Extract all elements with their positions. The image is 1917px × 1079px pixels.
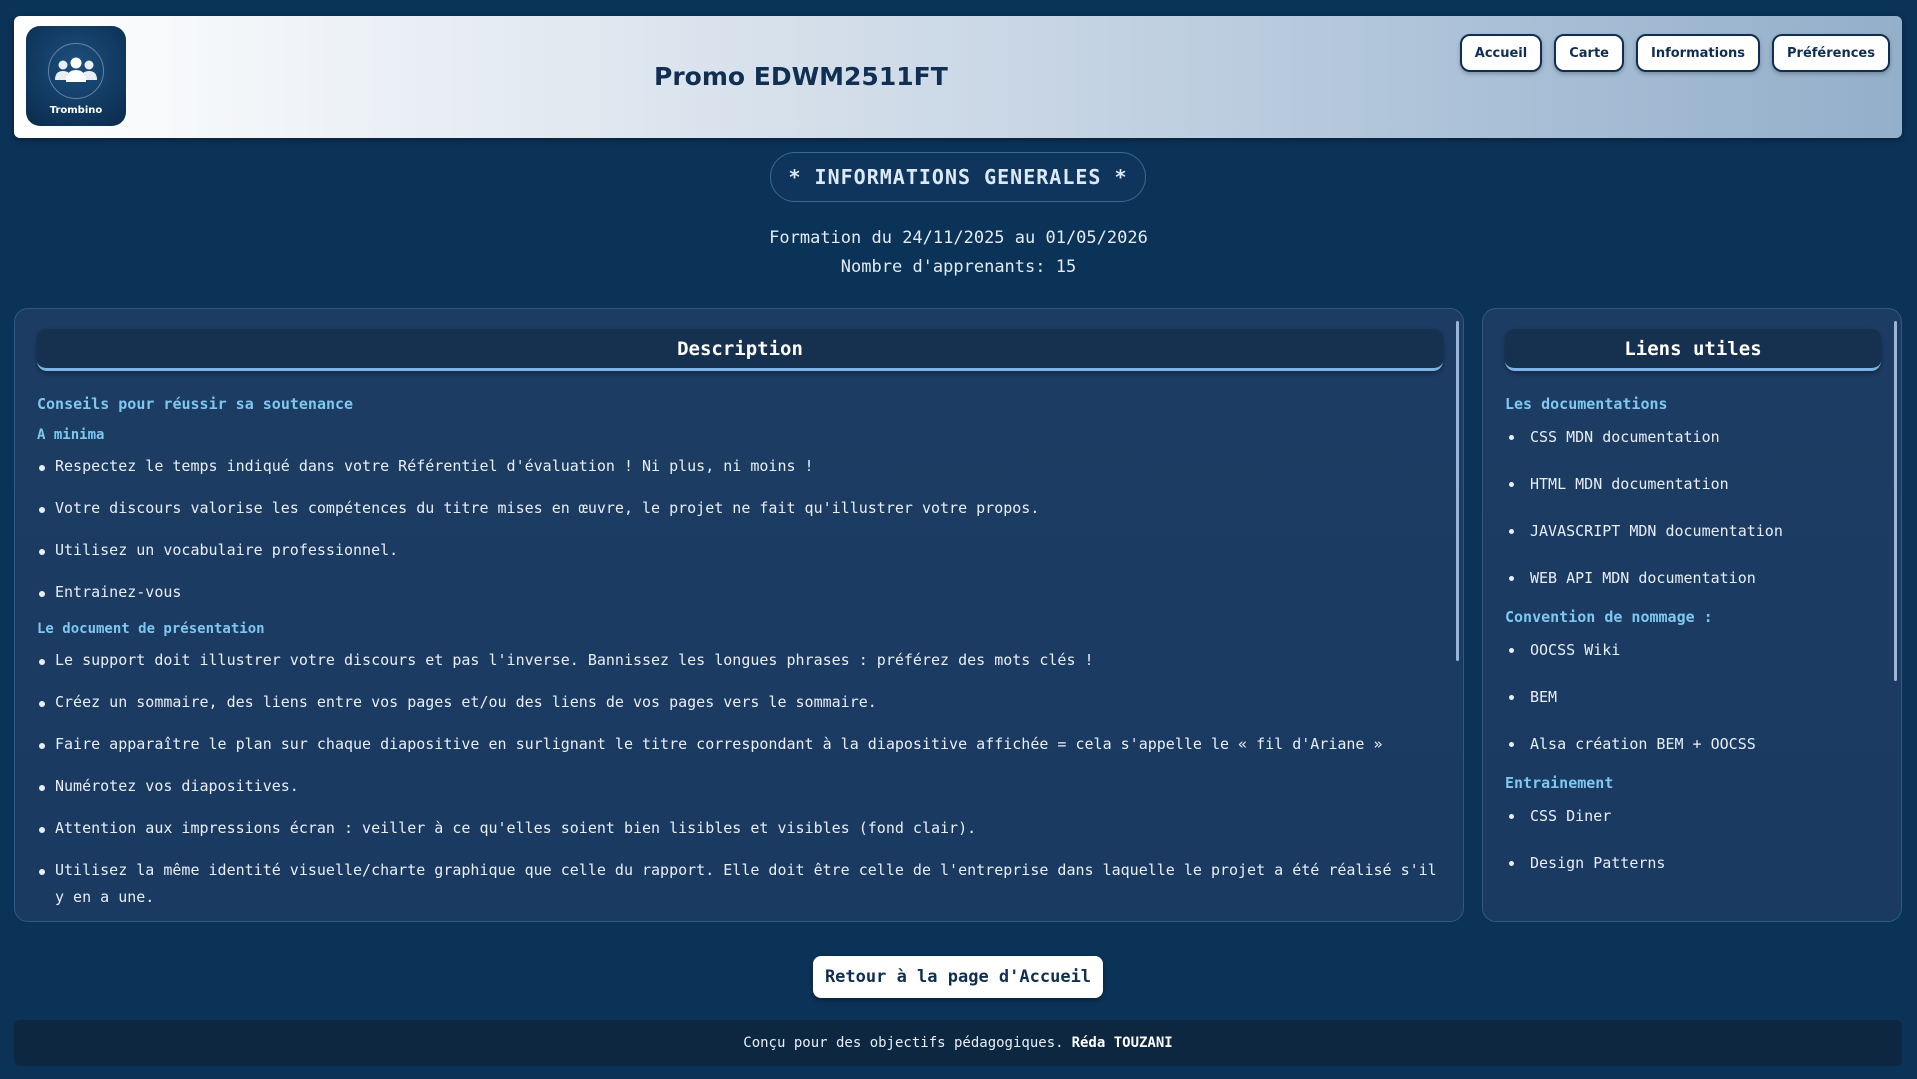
section-title: * INFORMATIONS GENERALES * (770, 152, 1146, 202)
nav-informations-button[interactable]: Informations (1636, 34, 1761, 72)
learners-count: Nombre d'apprenants: 15 (840, 257, 1077, 277)
group-users-icon (48, 42, 104, 99)
list-item: Le support doit illustrer votre discours… (37, 647, 1439, 674)
main-nav: Accueil Carte Informations Préférences (1459, 34, 1890, 72)
description-panel[interactable]: Description Conseils pour réussir sa sou… (14, 308, 1464, 922)
list-item: Attention aux impressions écran : veille… (37, 815, 1439, 842)
documentation-links: CSS MDN documentation HTML MDN documenta… (1505, 427, 1877, 588)
nav-preferences-button[interactable]: Préférences (1772, 34, 1890, 72)
list-item: Utilisez la même identité visuelle/chart… (37, 857, 1439, 911)
links-scrollbar[interactable] (1894, 321, 1897, 681)
list-item: Respectez le temps indiqué dans votre Ré… (37, 453, 1439, 480)
formation-dates: Formation du 24/11/2025 au 01/05/2026 (769, 228, 1148, 248)
minima-list: Respectez le temps indiqué dans votre Ré… (37, 453, 1439, 606)
footer-author: Réda TOUZANI (1071, 1035, 1173, 1051)
link-bem[interactable]: BEM (1505, 687, 1877, 707)
link-web-api-mdn[interactable]: WEB API MDN documentation (1505, 568, 1877, 588)
links-group-heading: Convention de nommage : (1505, 608, 1713, 626)
list-item: Entrainez-vous (37, 579, 1439, 606)
list-item: Votre discours valorise les compétences … (37, 495, 1439, 522)
links-group-heading: Les documentations (1505, 395, 1668, 413)
back-home-button[interactable]: Retour à la page d'Accueil (813, 956, 1103, 998)
trombino-logo[interactable]: Trombino (26, 26, 126, 126)
nav-carte-button[interactable]: Carte (1554, 34, 1624, 72)
header-bar: Trombino Promo EDWM2511FT Accueil Carte … (14, 16, 1902, 138)
link-design-patterns[interactable]: Design Patterns (1505, 853, 1877, 873)
footer-text: Conçu pour des objectifs pédagogiques. (743, 1035, 1064, 1051)
list-item: Faire apparaître le plan sur chaque diap… (37, 731, 1439, 758)
nav-accueil-button[interactable]: Accueil (1459, 34, 1543, 72)
page-title: Promo EDWM2511FT (654, 62, 948, 91)
list-item: Numérotez vos diapositives. (37, 773, 1439, 800)
link-css-mdn[interactable]: CSS MDN documentation (1505, 427, 1877, 447)
link-oocss-wiki[interactable]: OOCSS Wiki (1505, 640, 1877, 660)
links-content: Les documentations CSS MDN documentation… (1505, 395, 1877, 893)
logo-text: Trombino (49, 104, 103, 116)
links-panel-title: Liens utiles (1505, 329, 1881, 371)
list-item: Utilisez un vocabulaire professionnel. (37, 537, 1439, 564)
section-heading-document: Le document de présentation (37, 621, 265, 637)
naming-links: OOCSS Wiki BEM Alsa création BEM + OOCSS (1505, 640, 1877, 754)
links-panel[interactable]: Liens utiles Les documentations CSS MDN … (1482, 308, 1902, 922)
description-heading: Conseils pour réussir sa soutenance (37, 395, 354, 413)
section-heading-minima: A minima (37, 427, 105, 443)
list-item: Créez un sommaire, des liens entre vos p… (37, 689, 1439, 716)
link-alsa-creation[interactable]: Alsa création BEM + OOCSS (1505, 734, 1877, 754)
links-group-heading: Entrainement (1505, 774, 1614, 792)
description-panel-title: Description (37, 329, 1443, 371)
description-content: Conseils pour réussir sa soutenance A mi… (37, 395, 1439, 921)
link-html-mdn[interactable]: HTML MDN documentation (1505, 474, 1877, 494)
link-javascript-mdn[interactable]: JAVASCRIPT MDN documentation (1505, 521, 1877, 541)
document-list: Le support doit illustrer votre discours… (37, 647, 1439, 911)
link-css-diner[interactable]: CSS Diner (1505, 806, 1877, 826)
description-scrollbar[interactable] (1456, 321, 1459, 661)
training-links: CSS Diner Design Patterns (1505, 806, 1877, 873)
footer: Conçu pour des objectifs pédagogiques. R… (14, 1020, 1902, 1066)
